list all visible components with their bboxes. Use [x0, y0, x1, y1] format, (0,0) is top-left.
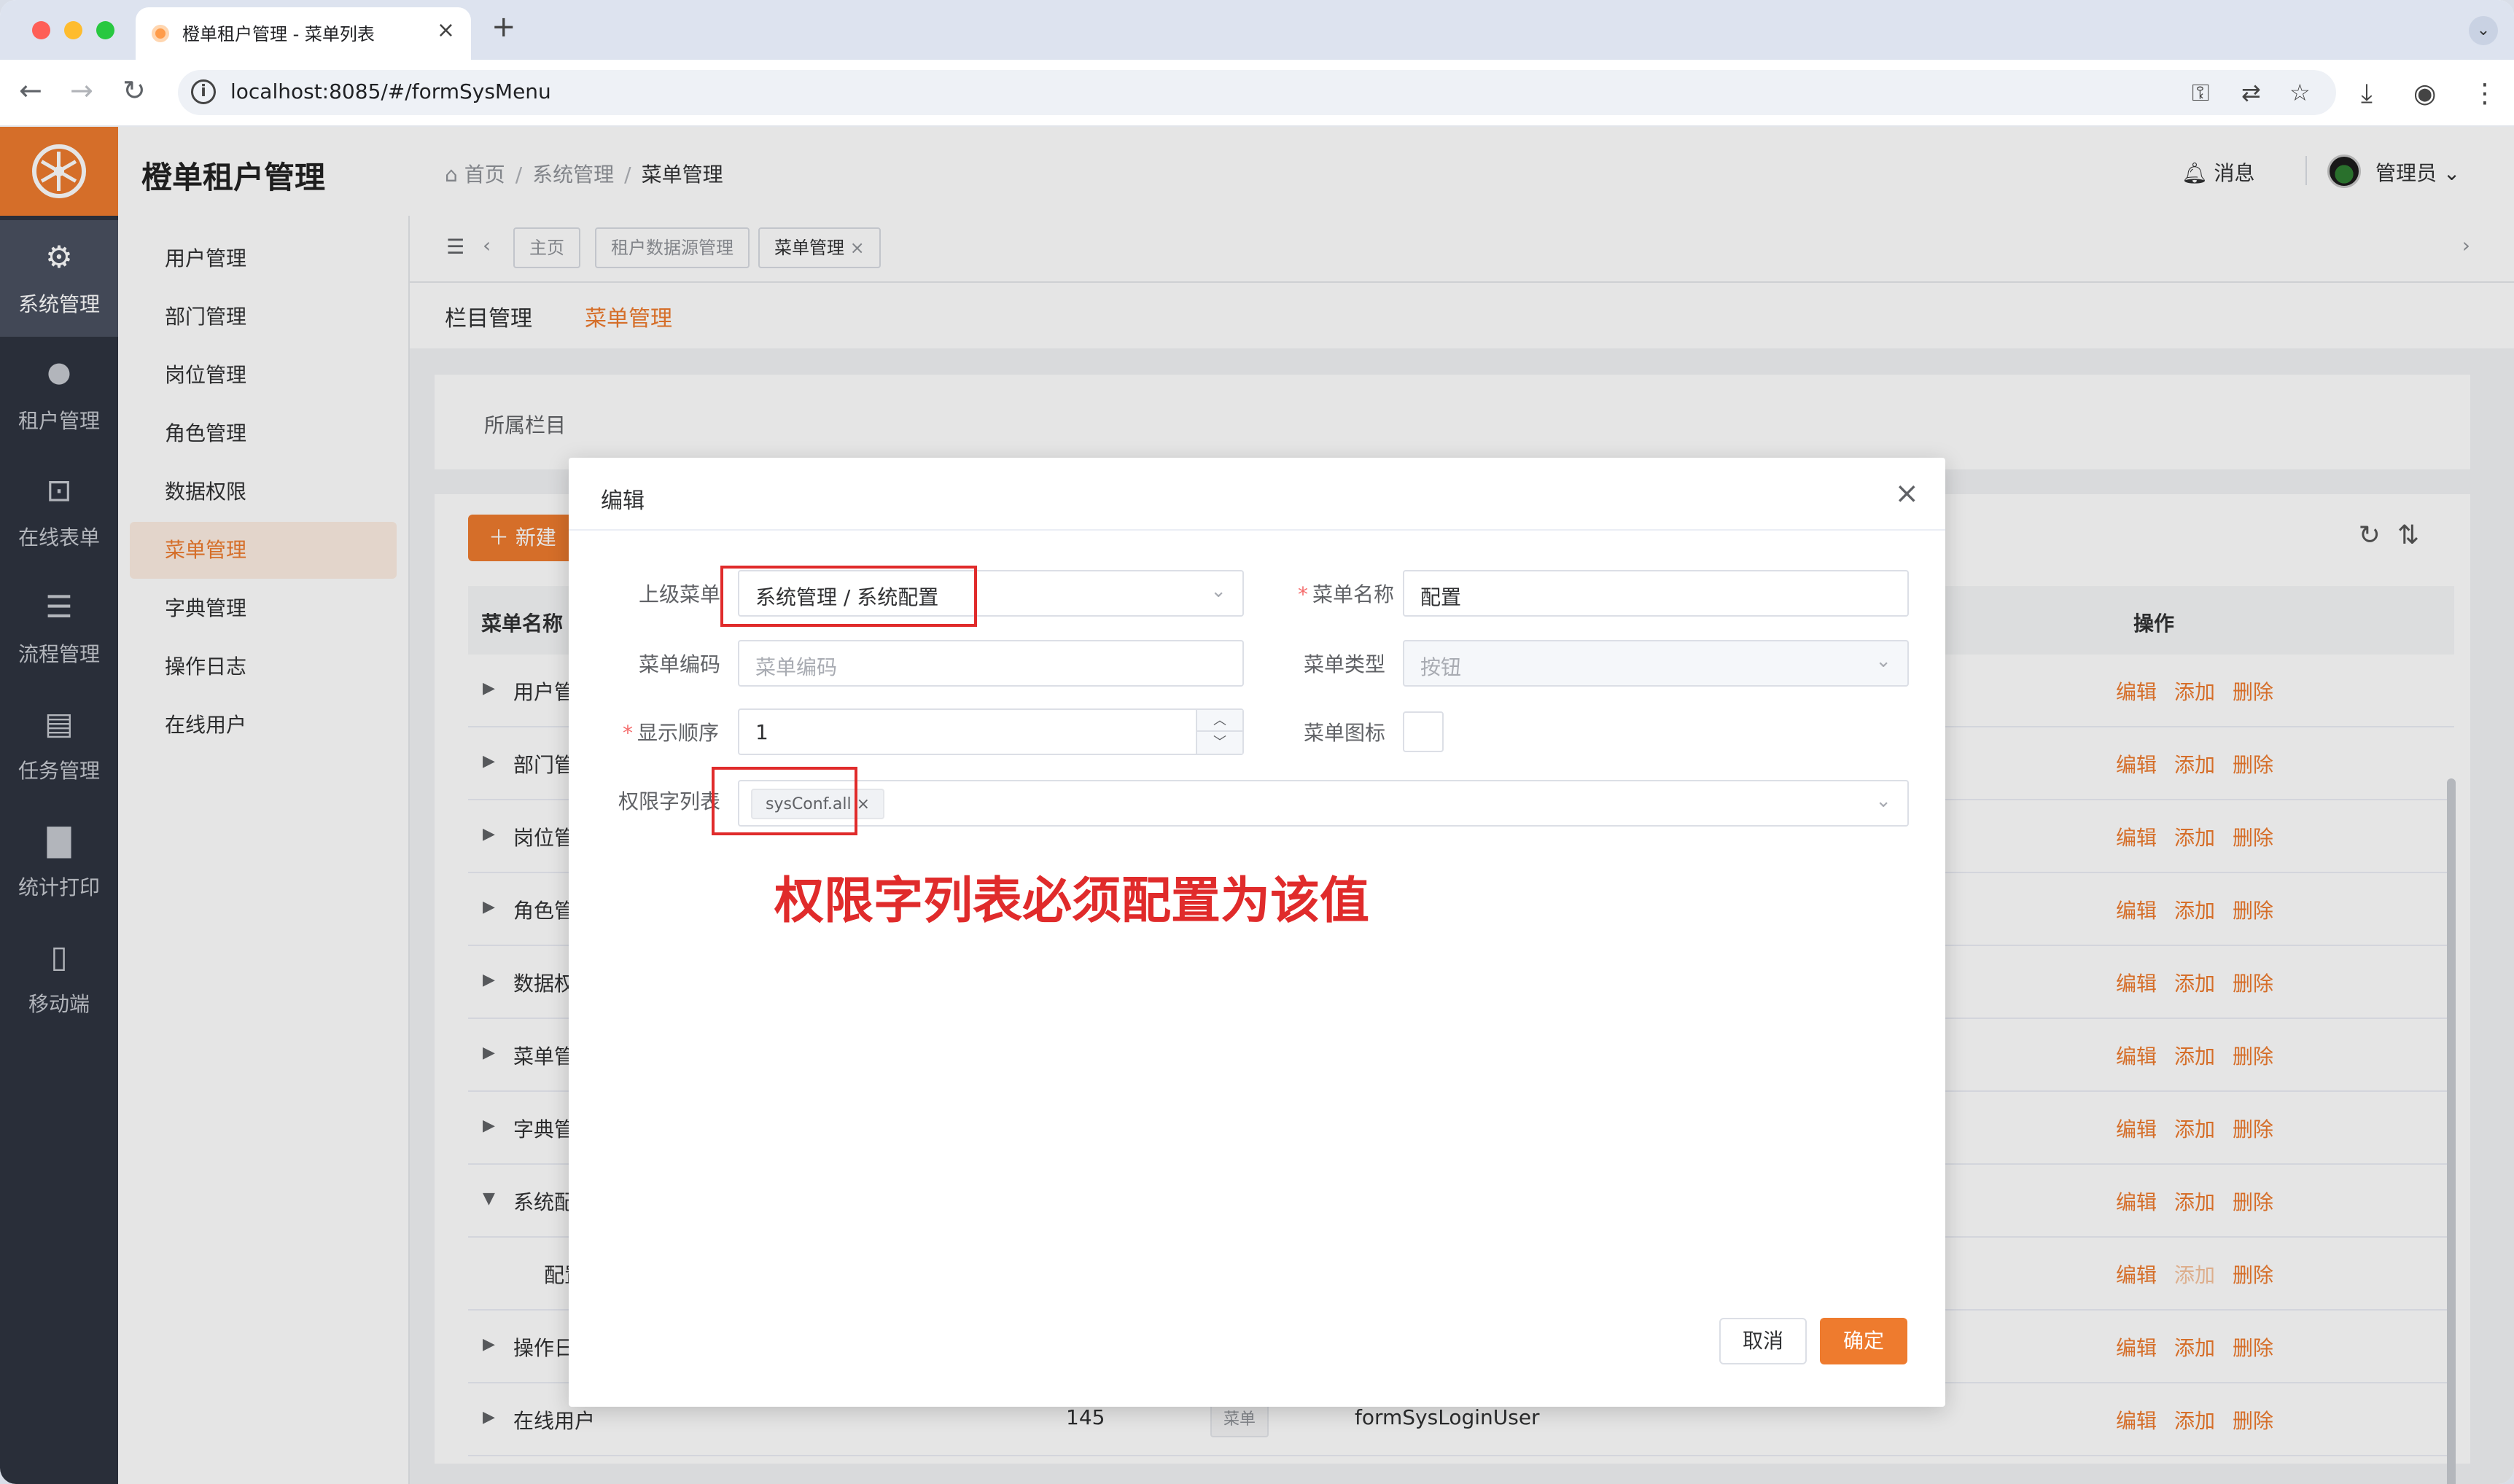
cancel-button[interactable]: 取消	[1719, 1318, 1807, 1364]
translate-icon[interactable]: ⇄	[2241, 79, 2261, 106]
dialog-title: 编辑	[601, 488, 645, 514]
chevron-down-icon: ⌄	[1210, 580, 1226, 602]
download-icon[interactable]: ⤓	[2361, 79, 2373, 109]
highlight-box-perm-tag	[712, 767, 857, 835]
order-number-input[interactable]: 1 ︿ ﹀	[738, 708, 1244, 755]
icon-picker[interactable]	[1403, 711, 1444, 752]
dialog-divider	[569, 529, 1945, 531]
site-info-icon[interactable]: i	[191, 79, 216, 104]
menu-name-input[interactable]: 配置	[1403, 570, 1909, 617]
browser-toolbar: ← → ↻ i localhost:8085/#/formSysMenu ⚿ ⇄…	[0, 60, 2514, 127]
close-tab-icon[interactable]: ×	[437, 17, 455, 43]
new-tab-button[interactable]: +	[491, 10, 516, 44]
bookmark-star-icon[interactable]: ☆	[2289, 79, 2311, 106]
order-value: 1	[755, 720, 768, 744]
perm-list-select[interactable]: sysConf.all × ⌄	[738, 780, 1909, 827]
zoom-window-button[interactable]	[96, 21, 114, 39]
menu-type-select[interactable]: 按钮 ⌄	[1403, 640, 1909, 687]
order-label-text: 显示顺序	[637, 721, 720, 745]
forward-arrow-icon[interactable]: →	[70, 74, 93, 106]
back-arrow-icon[interactable]: ←	[19, 74, 42, 106]
increment-icon[interactable]: ︿	[1197, 710, 1242, 732]
menu-type-value: 按钮	[1420, 655, 1462, 679]
annotation-text: 权限字列表必须配置为该值	[774, 872, 1370, 930]
browser-tab[interactable]: 橙单租户管理 - 菜单列表 ×	[136, 7, 471, 60]
menu-code-input[interactable]: 菜单编码	[738, 640, 1244, 687]
menu-code-placeholder: 菜单编码	[755, 655, 838, 679]
chevron-down-icon: ⌄	[1875, 650, 1891, 672]
close-tag-icon[interactable]: ×	[857, 795, 870, 813]
close-icon[interactable]: ×	[1894, 477, 1919, 510]
menu-icon-label: 菜单图标	[1304, 721, 1386, 745]
reload-icon[interactable]: ↻	[122, 74, 146, 106]
menu-code-label: 菜单编码	[639, 652, 721, 676]
menu-name-value: 配置	[1420, 585, 1462, 609]
chevron-down-icon: ⌄	[1875, 790, 1891, 812]
highlight-box-parent-menu	[720, 566, 977, 627]
parent-menu-label: 上级菜单	[639, 582, 721, 606]
browser-tab-strip: 橙单租户管理 - 菜单列表 × + ⌄	[0, 0, 2514, 60]
menu-name-label-text: 菜单名称	[1312, 582, 1395, 606]
menu-name-label: * 菜单名称	[1298, 582, 1395, 606]
url-text[interactable]: localhost:8085/#/formSysMenu	[230, 79, 551, 104]
tab-search-chevron-icon[interactable]: ⌄	[2469, 16, 2498, 45]
confirm-button[interactable]: 确定	[1820, 1318, 1907, 1364]
minimize-window-button[interactable]	[64, 21, 82, 39]
address-bar[interactable]: i localhost:8085/#/formSysMenu ⚿ ⇄ ☆	[178, 70, 2336, 115]
edit-dialog: 编辑 × 上级菜单 系统管理 / 系统配置 ⌄ * 菜单名称 配置 菜单编码 菜单…	[569, 458, 1945, 1407]
close-window-button[interactable]	[32, 21, 50, 39]
decrement-icon[interactable]: ﹀	[1197, 732, 1242, 754]
favicon-icon	[152, 25, 169, 42]
order-label: * 显示顺序	[623, 721, 720, 745]
browser-window: 橙单租户管理 - 菜单列表 × + ⌄ ← → ↻ i localhost:80…	[0, 0, 2514, 1484]
password-key-icon[interactable]: ⚿	[2192, 79, 2209, 107]
perm-list-label: 权限字列表	[618, 789, 721, 813]
menu-type-label: 菜单类型	[1304, 652, 1386, 676]
more-menu-icon[interactable]: ⋮	[2472, 79, 2498, 109]
browser-tab-title: 橙单租户管理 - 菜单列表	[182, 24, 375, 44]
profile-icon[interactable]: ◉	[2413, 79, 2436, 109]
quantity-stepper: ︿ ﹀	[1196, 710, 1242, 754]
app-root: 橙单租户管理 ⌂ 首页 / 系统管理 / 菜单管理 🔔︎ 消息 管理员 ⌄ ⚙ 系统管理 …	[0, 127, 2514, 1484]
